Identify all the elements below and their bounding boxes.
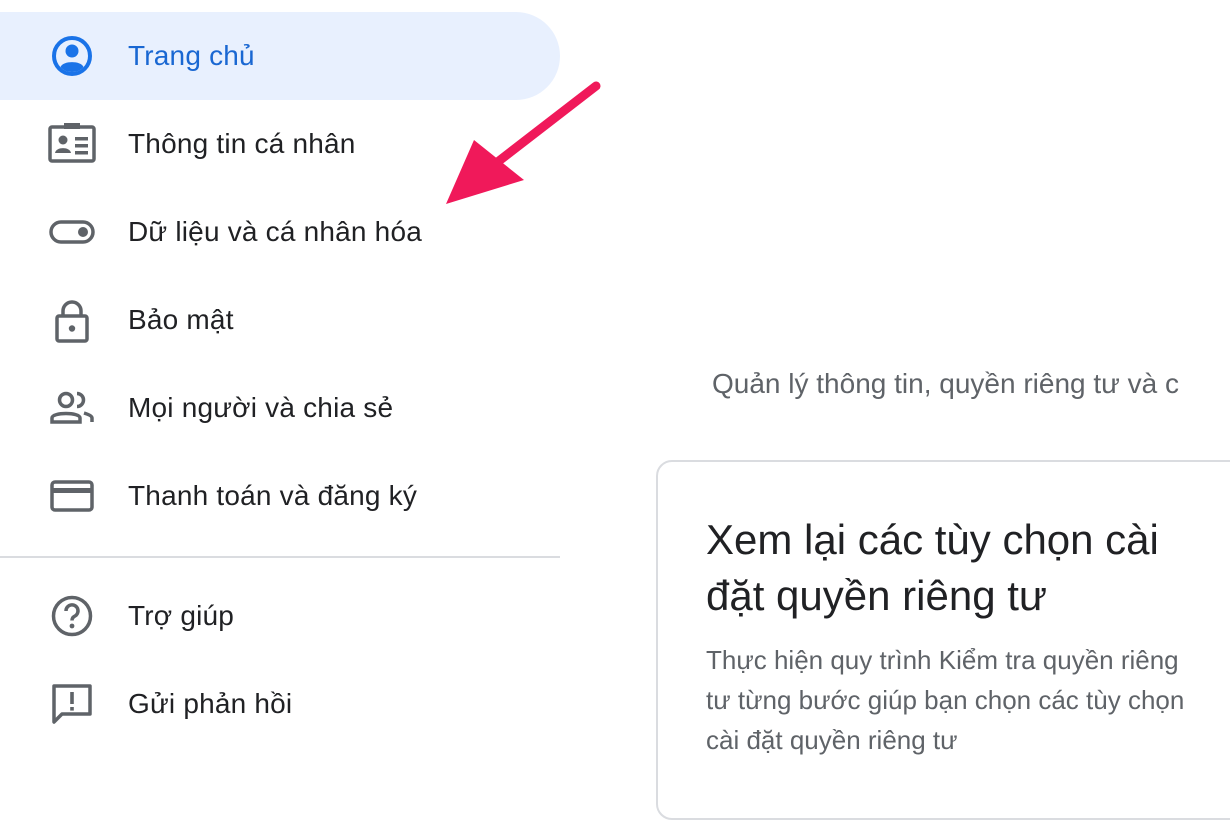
toggle-icon [48,208,96,256]
sidebar-item-feedback[interactable]: Gửi phản hồi [0,660,560,748]
account-circle-icon [48,32,96,80]
annotation-arrow-icon [446,81,601,204]
sidebar-item-label: Dữ liệu và cá nhân hóa [128,216,422,247]
card-description: Thực hiện quy trình Kiểm tra quyền riêng… [706,645,1185,755]
sidebar-item-help[interactable]: Trợ giúp [0,572,560,660]
credit-card-icon [48,472,96,520]
help-icon [48,592,96,640]
sidebar-item-security[interactable]: Bảo mật [0,276,560,364]
sidebar-item-label: Thông tin cá nhân [128,128,356,159]
page-subtitle: Quản lý thông tin, quyền riêng tư và c [712,368,1180,399]
sidebar-item-payments[interactable]: Thanh toán và đăng ký [0,452,560,540]
feedback-icon [48,680,96,728]
sidebar-item-label: Trợ giúp [128,600,235,631]
sidebar-item-label: Gửi phản hồi [128,688,293,719]
lock-icon [48,296,96,344]
card-title: Xem lại các tùy chọn cài đặt quyền riêng… [706,516,1159,619]
people-icon [48,384,96,432]
id-card-icon [48,120,96,168]
sidebar-item-label: Bảo mật [128,304,234,335]
sidebar-item-label: Trang chủ [128,40,255,71]
sidebar-divider [0,556,560,558]
sidebar-item-label: Mọi người và chia sẻ [128,392,394,423]
sidebar-item-label: Thanh toán và đăng ký [128,480,418,511]
sidebar-item-people-sharing[interactable]: Mọi người và chia sẻ [0,364,560,452]
